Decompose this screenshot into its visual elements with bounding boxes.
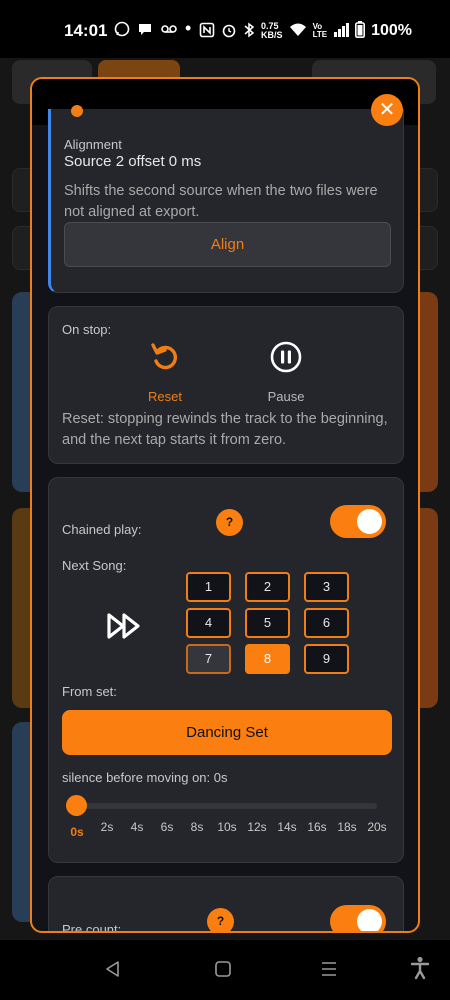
alignment-marker	[71, 105, 83, 117]
pre-count-section: Pre count: ?	[48, 876, 404, 933]
pause-option[interactable]: Pause	[246, 337, 326, 404]
volte-icon: Vo LTE	[312, 22, 328, 39]
on-stop-label: On stop:	[62, 322, 112, 337]
chained-play-help-button[interactable]: ?	[216, 509, 243, 536]
on-stop-section: On stop: Reset Pause Reset: stopping rew…	[48, 306, 404, 464]
song-number-5[interactable]: 5	[245, 608, 290, 638]
next-song-label: Next Song:	[62, 558, 127, 573]
pre-count-toggle[interactable]	[330, 905, 386, 931]
slider-tick: 12s	[247, 820, 267, 834]
reset-option-label: Reset	[148, 389, 182, 404]
alignment-description: Shifts the second source when the two fi…	[64, 183, 378, 220]
nfc-icon	[199, 22, 215, 41]
alignment-label: Alignment	[64, 137, 122, 152]
song-number-8-selected[interactable]: 8	[245, 644, 290, 674]
reset-option[interactable]: Reset	[125, 337, 205, 404]
signal-icon	[333, 22, 350, 40]
song-number-6[interactable]: 6	[304, 608, 349, 638]
toggle-knob	[357, 909, 382, 931]
slider-tick: 6s	[160, 820, 174, 834]
song-number-2[interactable]: 2	[245, 572, 290, 602]
silence-label: silence before moving on: 0s	[62, 770, 228, 785]
slider-tick: 10s	[217, 820, 237, 834]
align-button[interactable]: Align	[64, 222, 391, 267]
voicemail-icon	[160, 21, 178, 40]
song-number-7[interactable]: 7	[186, 644, 231, 674]
song-settings-dialog: ✕ Alignment Source 2 offset 0 ms Shifts …	[30, 77, 420, 933]
navigation-bar	[0, 940, 450, 1000]
battery-percentage: 100%	[371, 22, 412, 39]
status-time: 14:01	[64, 21, 108, 40]
on-stop-description: Reset: stopping rewinds the track to the…	[62, 411, 388, 448]
slider-tick: 14s	[277, 820, 297, 834]
bluetooth-icon	[243, 22, 255, 41]
whatsapp-icon	[114, 21, 130, 40]
song-number-3[interactable]: 3	[304, 572, 349, 602]
alignment-value: Source 2 offset 0 ms	[64, 153, 202, 170]
song-number-4[interactable]: 4	[186, 608, 231, 638]
silence-slider-track[interactable]	[75, 803, 377, 809]
notification-dot-icon: •	[185, 18, 192, 38]
from-set-label: From set:	[62, 684, 117, 699]
alarm-icon	[221, 22, 237, 41]
slider-tick: 20s	[367, 820, 387, 834]
close-icon: ✕	[378, 99, 396, 121]
accessibility-button[interactable]	[410, 956, 430, 985]
song-number-9[interactable]: 9	[304, 644, 349, 674]
battery-icon	[355, 21, 366, 41]
status-bar: 14:01 • 0.75 KB/S Vo LTE 100%	[0, 0, 450, 58]
alignment-section: Alignment Source 2 offset 0 ms Shifts th…	[48, 105, 404, 293]
wifi-icon	[289, 22, 307, 40]
close-button[interactable]: ✕	[371, 94, 403, 126]
slider-tick: 4s	[130, 820, 144, 834]
slider-tick: 16s	[307, 820, 327, 834]
toggle-knob	[357, 509, 382, 534]
chained-play-section: Chained play: ? Next Song: 1 2 3 4 5 6 7…	[48, 477, 404, 863]
silence-slider-thumb[interactable]	[66, 795, 87, 816]
set-select-button[interactable]: Dancing Set	[62, 710, 392, 755]
fast-forward-icon	[106, 612, 144, 645]
pause-icon	[246, 337, 326, 377]
slider-tick: 2s	[100, 820, 114, 834]
pause-option-label: Pause	[267, 389, 305, 404]
pre-count-label: Pre count:	[62, 922, 122, 933]
pre-count-help-button[interactable]: ?	[207, 908, 234, 931]
slider-tick: 18s	[337, 820, 357, 834]
reset-icon	[125, 337, 205, 377]
chat-icon	[137, 21, 153, 40]
slider-tick: 8s	[190, 820, 204, 834]
chained-play-toggle[interactable]	[330, 505, 386, 538]
home-button[interactable]	[214, 960, 232, 983]
slider-tick: 0s	[70, 825, 84, 839]
network-speed: 0.75 KB/S	[261, 21, 283, 40]
chained-play-label: Chained play:	[62, 522, 142, 537]
back-button[interactable]	[104, 960, 122, 983]
recents-button[interactable]	[320, 960, 338, 983]
song-number-1[interactable]: 1	[186, 572, 231, 602]
